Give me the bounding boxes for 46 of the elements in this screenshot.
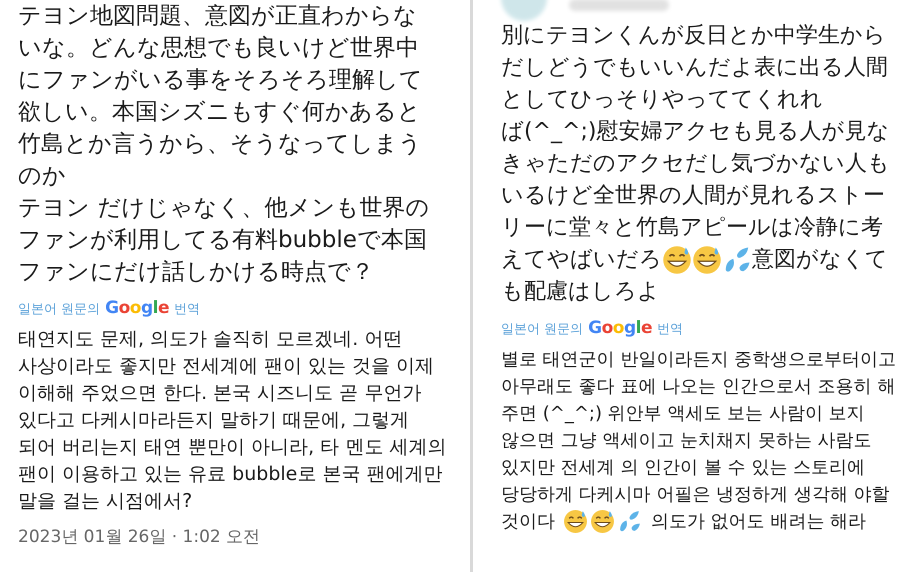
tweet-text-line: 意図がなくて bbox=[752, 246, 888, 274]
translation-label[interactable]: 번역 bbox=[657, 320, 684, 338]
sweat-droplets-icon bbox=[617, 509, 642, 534]
grinning-sweat-emoji-icon bbox=[662, 245, 692, 275]
tweet-text-line: も配慮はしろよ bbox=[501, 278, 660, 306]
google-logo: Google bbox=[105, 298, 170, 318]
translated-text-line: 사상이라도 좋지만 전세계에 팬이 있는 것을 이제 bbox=[18, 354, 434, 379]
tweet-text-line: いな。どんな思想でも良いけど世界中 bbox=[18, 34, 419, 63]
translated-text-line: 당당하게 다케시마 어필은 냉정하게 생각해 야할 bbox=[501, 483, 890, 507]
translated-text-line: 아무래도 좋다 표에 나오는 인간으로서 조용히 해 bbox=[501, 375, 896, 399]
translated-text-line: 의도가 없어도 배려는 해라 bbox=[651, 510, 866, 534]
translation-label[interactable]: 일본어 원문의 bbox=[18, 300, 100, 318]
translated-text-line: 있지만 전세계 의 인간이 볼 수 있는 스토리에 bbox=[501, 456, 866, 480]
translated-text-line: 이해해 주었으면 한다. 본국 시즈니도 곧 무언가 bbox=[18, 381, 422, 406]
tweet-text-line: テヨン だけじゃなく、他メンも世界の bbox=[18, 194, 430, 223]
tweet-text-line: 欲しい。本国シズニもすぐ何かあると bbox=[18, 98, 421, 127]
tweet-text-line: きゃただのアクセだし気づかない人も bbox=[501, 150, 890, 178]
tweet-text-line: リーに堂々と竹島アピールは冷静に考 bbox=[501, 214, 883, 242]
translation-label[interactable]: 일본어 원문의 bbox=[501, 320, 584, 338]
tweet-text-line: 別にテヨンくんが反日とか中学生から bbox=[501, 22, 886, 50]
tweet-text-line: だしどうでもいいんだよ表に出る人間 bbox=[501, 54, 888, 82]
tweet-text-line: ファンが利用してる有料bubbleで本国 bbox=[18, 226, 427, 255]
tweet-text-line: いるけど全世界の人間が見れるストー bbox=[501, 182, 885, 210]
grinning-sweat-emoji-icon bbox=[590, 509, 615, 534]
grinning-sweat-emoji-icon bbox=[563, 509, 588, 534]
google-logo: Google bbox=[588, 318, 652, 338]
translated-text-line: 태연지도 문제, 의도가 솔직히 모르겠네. 어떤 bbox=[18, 327, 402, 352]
tweet-text-line: 竹島とか言うから、そうなってしまう bbox=[18, 130, 422, 159]
translated-text-line: 않으면 그냥 액세이고 눈치채지 못하는 사람도 bbox=[501, 429, 872, 453]
translated-text-line: 것이다 bbox=[501, 510, 555, 534]
tweet-text-line: ば(^_^;)慰安婦アクセも見る人が見な bbox=[501, 118, 890, 146]
translated-text-line: 팬이 이용하고 있는 유료 bubble로 본국 팬에게만 bbox=[18, 462, 442, 487]
tweet-text-line: としてひっそりやっててくれれ bbox=[501, 86, 823, 114]
translated-text-line: 주면 (^_^;) 위안부 액세도 보는 사람이 보지 bbox=[501, 402, 865, 426]
tweet-text-line: ファンにだけ話しかける時点で？ bbox=[18, 258, 374, 287]
tweet-text-line: テヨン地図問題、意図が正直わからな bbox=[18, 2, 417, 31]
tweet-text-line: えてやばいだろ bbox=[501, 246, 662, 274]
grinning-sweat-emoji-icon bbox=[692, 245, 722, 275]
translated-text-line: 말을 걸는 시점에서? bbox=[18, 489, 192, 514]
tweet-text-line: にファンがいる事をそろそろ理解して bbox=[18, 66, 423, 95]
translated-text-line: 있다고 다케시마라든지 말하기 때문에, 그렇게 bbox=[18, 408, 410, 433]
translated-text-line: 별로 태연군이 반일이라든지 중학생으로부터이고 bbox=[501, 348, 896, 372]
translation-label[interactable]: 번역 bbox=[174, 300, 200, 318]
translated-text-line: 되어 버리는지 태연 뿐만이 아니라, 타 멘도 세계의 bbox=[18, 435, 446, 460]
tweet-timestamp: 2023년 01월 26일 · 1:02 오전 bbox=[18, 526, 262, 548]
tweet-text-line: のか bbox=[18, 162, 66, 191]
